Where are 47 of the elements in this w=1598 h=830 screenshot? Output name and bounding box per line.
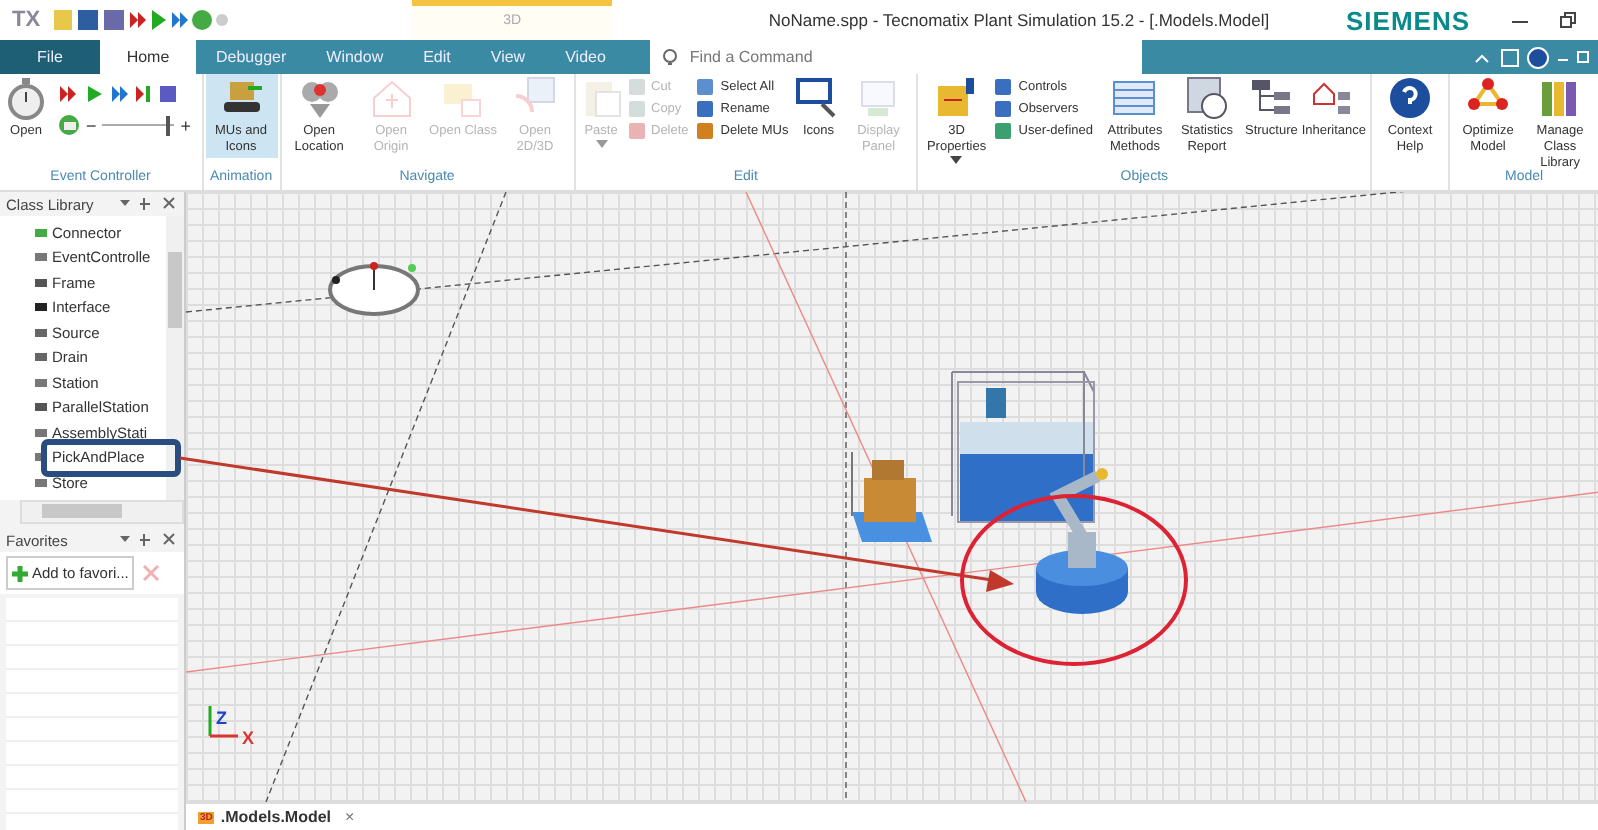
panel-controls-icons[interactable] xyxy=(118,532,178,548)
quick-access-toolbar-icons[interactable] xyxy=(52,8,229,32)
panel-icon xyxy=(856,76,901,120)
clock-drawing xyxy=(328,262,420,316)
restore-icon[interactable] xyxy=(1558,10,1578,30)
tile-icon xyxy=(627,122,645,140)
axis-label: X xyxy=(242,728,255,748)
panel-controls-icons[interactable] xyxy=(118,196,178,212)
tile-icon xyxy=(627,78,645,96)
pins-icon xyxy=(297,76,342,120)
app-logo: TX xyxy=(12,8,41,32)
brand-logo: SIEMENS xyxy=(1345,5,1470,35)
magnifier-icon xyxy=(796,76,841,120)
window-title: NoName.spp - Tecnomatix Plant Simulation 15.2 - [.Models.Model] xyxy=(766,10,1272,30)
house-icon xyxy=(369,76,414,120)
stopwatch-icon xyxy=(4,76,48,120)
ribbon-options-icons[interactable] xyxy=(1470,45,1590,69)
caret-icon xyxy=(595,140,607,150)
horizontal-scrollbar[interactable] xyxy=(20,500,184,524)
bulb-icon xyxy=(661,48,678,68)
highlight-frame xyxy=(41,439,181,477)
axis-label: Z xyxy=(216,708,227,728)
slower-button[interactable]: − xyxy=(86,115,97,135)
tile-icon xyxy=(696,122,715,140)
ribbon-tab[interactable]: File xyxy=(0,40,100,74)
help-icon xyxy=(1388,76,1433,120)
search-field[interactable]: Find a Command xyxy=(649,40,1142,74)
tile-icon xyxy=(696,78,715,96)
slider-thumb[interactable] xyxy=(166,115,171,135)
close-tab-button[interactable]: × xyxy=(345,808,355,826)
tree-icon xyxy=(1249,76,1294,120)
tile-icon xyxy=(696,100,715,118)
table-icon xyxy=(1112,76,1157,120)
pallet-drawing xyxy=(851,451,932,542)
playback-controls-icons[interactable] xyxy=(58,84,178,104)
plus-icon xyxy=(12,565,28,581)
cube-icon xyxy=(934,76,979,120)
tile-icon xyxy=(627,100,645,118)
3d-viewport[interactable]: Z X xyxy=(186,192,1598,802)
tile-icon xyxy=(994,78,1013,96)
ribbon-tab[interactable]: Home xyxy=(100,40,196,74)
tile-icon xyxy=(994,100,1013,118)
faster-button[interactable]: + xyxy=(180,115,192,135)
caret-icon xyxy=(950,156,963,166)
vertical-scrollbar[interactable] xyxy=(166,216,184,500)
speed-icon[interactable] xyxy=(58,114,80,136)
tile-icon xyxy=(994,122,1013,140)
